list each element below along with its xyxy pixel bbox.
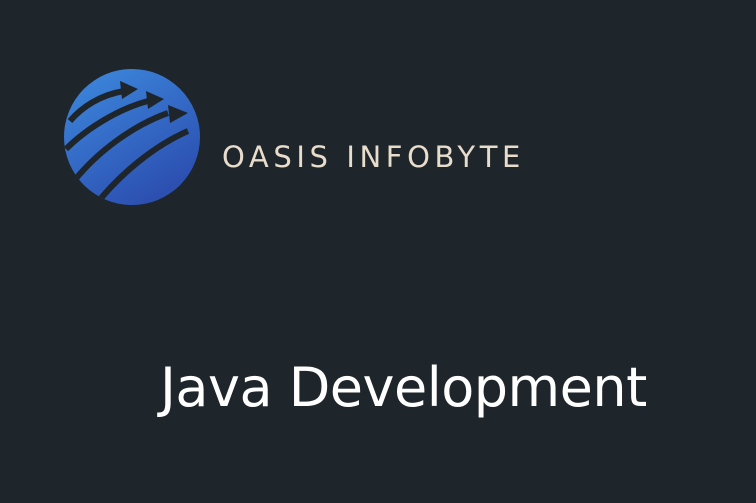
page-title: Java Development [160, 356, 647, 419]
brand-name: OASIS INFOBYTE [222, 140, 525, 174]
banner-canvas: OASIS INFOBYTE Java Development [0, 0, 756, 503]
rising-arrows-globe-icon [64, 69, 200, 205]
